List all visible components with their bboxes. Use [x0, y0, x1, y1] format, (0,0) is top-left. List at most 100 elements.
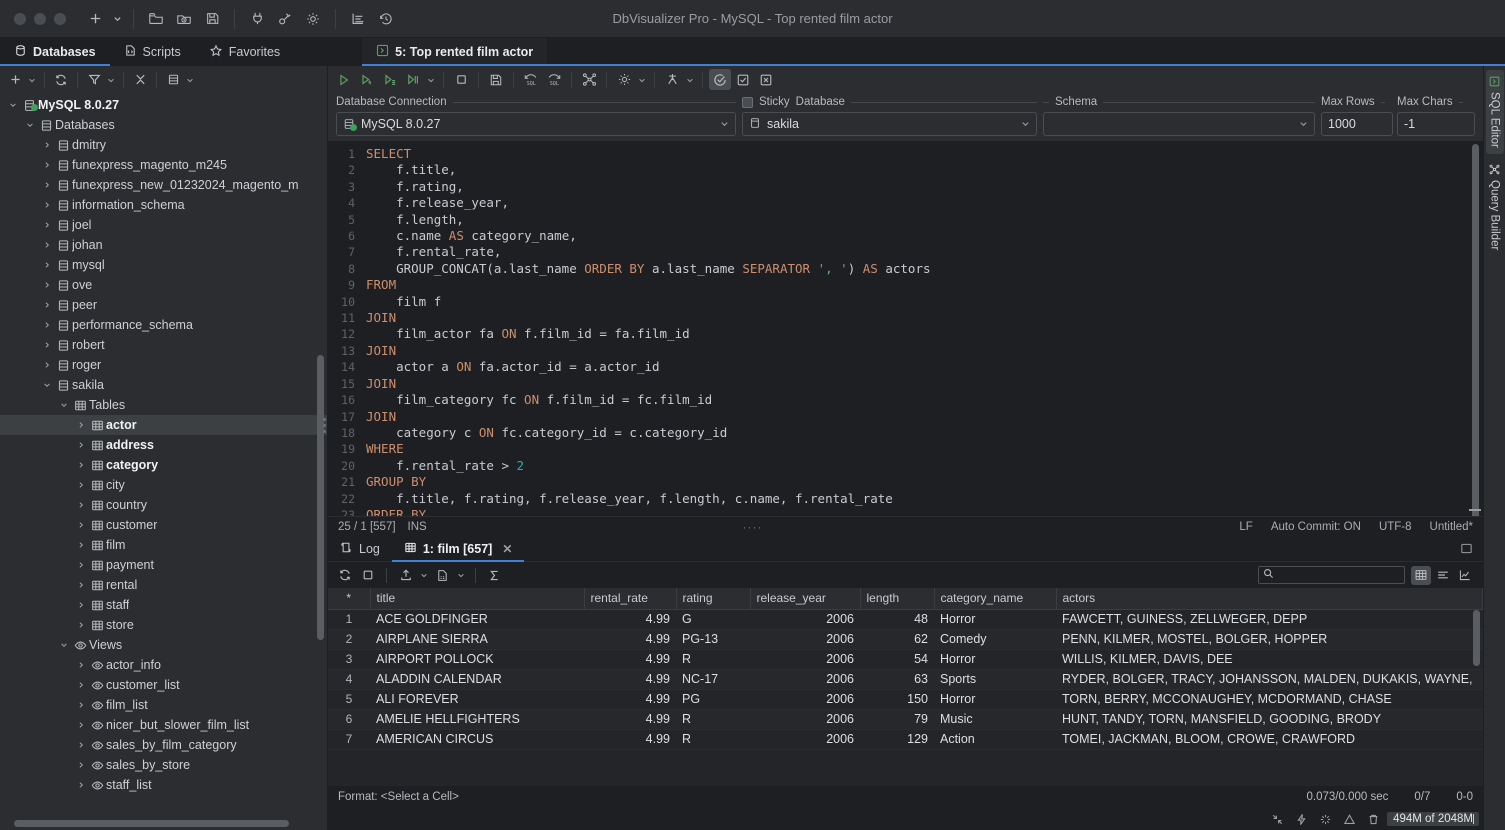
- chevron-right-icon[interactable]: [74, 721, 88, 729]
- export-dropdown[interactable]: [418, 565, 430, 585]
- cell-rental_rate[interactable]: 4.99: [584, 709, 676, 730]
- chevron-right-icon[interactable]: [74, 441, 88, 449]
- chevron-right-icon[interactable]: [74, 421, 88, 429]
- table-row[interactable]: 6 AMELIE HELLFIGHTERS 4.99 R 2006 79 Music HUNT…: [328, 709, 1483, 730]
- new-item-icon[interactable]: [82, 6, 108, 32]
- chevron-down-icon[interactable]: [57, 401, 71, 409]
- cell-release_year[interactable]: 2006: [750, 709, 860, 730]
- tree-node-dmitry[interactable]: dmitry: [0, 135, 327, 155]
- add-connection-button[interactable]: [5, 70, 25, 90]
- refresh-result-button[interactable]: [334, 565, 355, 585]
- grouping-dropdown[interactable]: [184, 70, 196, 90]
- row-number-cell[interactable]: 7: [328, 729, 370, 750]
- tab-log[interactable]: Log: [328, 536, 392, 561]
- commit-button[interactable]: [732, 69, 754, 90]
- database-tree[interactable]: MySQL 8.0.27 Databases dmitry funexpress_ma…: [0, 93, 327, 818]
- cell-title[interactable]: AMERICAN CIRCUS: [370, 729, 584, 750]
- filter-button[interactable]: [84, 70, 104, 90]
- cell-actors[interactable]: RYDER, BOLGER, TRACY, JOHANSSON, MALDEN,…: [1056, 669, 1483, 690]
- column-header-category_name[interactable]: category_name: [934, 588, 1057, 610]
- explain-plan-button[interactable]: [661, 69, 683, 90]
- export-button[interactable]: [395, 565, 416, 585]
- tree-node-mysql-8-0-27[interactable]: MySQL 8.0.27: [0, 95, 327, 115]
- cell-release_year[interactable]: 2006: [750, 689, 860, 710]
- cell-category_name[interactable]: Music: [934, 709, 1056, 730]
- table-row[interactable]: 5 ALI FOREVER 4.99 PG 2006 150 Horror TORN, BER…: [328, 689, 1483, 710]
- tree-node-information-schema[interactable]: information_schema: [0, 195, 327, 215]
- tree-node-ove[interactable]: ove: [0, 275, 327, 295]
- chevron-right-icon[interactable]: [40, 141, 54, 149]
- column-header-rownum[interactable]: *: [328, 588, 371, 610]
- row-number-cell[interactable]: 4: [328, 669, 370, 690]
- tree-node-funexpress-new-01232024-magento-m[interactable]: funexpress_new_01232024_magento_m: [0, 175, 327, 195]
- tree-node-roger[interactable]: roger: [0, 355, 327, 375]
- row-number-cell[interactable]: 3: [328, 649, 370, 670]
- chevron-right-icon[interactable]: [40, 281, 54, 289]
- stop-result-button[interactable]: [357, 565, 378, 585]
- tree-node-databases[interactable]: Databases: [0, 115, 327, 135]
- database-select[interactable]: sakila: [742, 112, 1037, 136]
- tree-node-rental[interactable]: rental: [0, 575, 327, 595]
- tree-node-category[interactable]: category: [0, 455, 327, 475]
- chevron-right-icon[interactable]: [74, 701, 88, 709]
- cell-rating[interactable]: G: [676, 609, 750, 630]
- tab-favorites[interactable]: Favorites: [195, 38, 294, 66]
- grid-view-toggle[interactable]: [1411, 565, 1431, 585]
- cell-title[interactable]: AIRPLANE SIERRA: [370, 629, 584, 650]
- cell-release_year[interactable]: 2006: [750, 629, 860, 650]
- cell-length[interactable]: 63: [860, 669, 934, 690]
- tree-node-staff[interactable]: staff: [0, 595, 327, 615]
- history-icon[interactable]: [373, 6, 399, 32]
- tree-node-johan[interactable]: johan: [0, 235, 327, 255]
- tree-node-address[interactable]: address: [0, 435, 327, 455]
- tree-node-joel[interactable]: joel: [0, 215, 327, 235]
- cell-title[interactable]: AMELIE HELLFIGHTERS: [370, 709, 584, 730]
- auto-commit-toggle[interactable]: [709, 69, 731, 90]
- cell-rental_rate[interactable]: 4.99: [584, 729, 676, 750]
- tree-horizontal-scrollbar[interactable]: [14, 820, 289, 827]
- tree-node-store[interactable]: store: [0, 615, 327, 635]
- chevron-right-icon[interactable]: [40, 301, 54, 309]
- chevron-down-icon[interactable]: [40, 381, 54, 389]
- execute-explain-button[interactable]: [379, 69, 401, 90]
- cell-actors[interactable]: WILLIS, KILMER, DAVIS, DEE: [1056, 649, 1483, 670]
- chevron-right-icon[interactable]: [74, 581, 88, 589]
- rail-query-builder[interactable]: Query Builder: [1486, 158, 1504, 256]
- tree-node-peer[interactable]: peer: [0, 295, 327, 315]
- tree-node-customer[interactable]: customer: [0, 515, 327, 535]
- cell-rental_rate[interactable]: 4.99: [584, 609, 676, 630]
- tab-scripts[interactable]: Scripts: [110, 38, 195, 66]
- max-chars-input[interactable]: -1: [1397, 112, 1475, 136]
- close-window-button[interactable]: [14, 12, 26, 25]
- cell-actors[interactable]: PENN, KILMER, MOSTEL, BOLGER, HOPPER: [1056, 629, 1483, 650]
- cell-rating[interactable]: NC-17: [676, 669, 750, 690]
- connect-icon[interactable]: [244, 6, 270, 32]
- editor-vertical-scrollbar[interactable]: [1472, 144, 1479, 516]
- explain-plan-dropdown[interactable]: [684, 70, 696, 90]
- chevron-right-icon[interactable]: [40, 361, 54, 369]
- row-number-cell[interactable]: 5: [328, 689, 370, 710]
- chevron-right-icon[interactable]: [74, 741, 88, 749]
- cell-rating[interactable]: R: [676, 729, 750, 750]
- schema-select[interactable]: [1043, 112, 1315, 136]
- minimize-panels-icon[interactable]: [1265, 810, 1289, 828]
- grouping-button[interactable]: [163, 70, 183, 90]
- chevron-right-icon[interactable]: [40, 221, 54, 229]
- tree-node-country[interactable]: country: [0, 495, 327, 515]
- open-recent-folder-icon[interactable]: [171, 6, 197, 32]
- cell-length[interactable]: 79: [860, 709, 934, 730]
- cell-release_year[interactable]: 2006: [750, 649, 860, 670]
- chevron-right-icon[interactable]: [74, 621, 88, 629]
- chevron-down-icon[interactable]: [57, 641, 71, 649]
- minimize-window-button[interactable]: [34, 12, 46, 25]
- disconnect-icon[interactable]: [272, 6, 298, 32]
- chevron-right-icon[interactable]: [74, 461, 88, 469]
- chevron-right-icon[interactable]: [74, 761, 88, 769]
- tree-node-customer-list[interactable]: customer_list: [0, 675, 327, 695]
- format-sql-button[interactable]: [578, 69, 600, 90]
- chevron-down-icon[interactable]: [23, 121, 37, 129]
- chevron-right-icon[interactable]: [74, 541, 88, 549]
- activity-icon[interactable]: [1289, 810, 1313, 828]
- cell-length[interactable]: 62: [860, 629, 934, 650]
- tree-node-robert[interactable]: robert: [0, 335, 327, 355]
